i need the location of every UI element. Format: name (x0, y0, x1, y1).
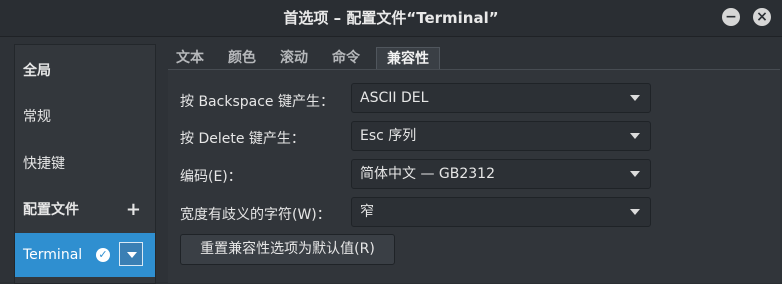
minimize-button[interactable]: − (722, 8, 740, 26)
tab-text[interactable]: 文本 (168, 47, 212, 69)
sidebar-item-label: Terminal (23, 247, 83, 263)
sidebar-item-profiles: 配置文件 + (15, 188, 155, 232)
sidebar-item-label: 快捷键 (23, 156, 65, 172)
ambiguous-width-label: 宽度有歧义的字符(W)： (180, 207, 331, 223)
sidebar-item-label: 全局 (23, 63, 51, 79)
sidebar-item-shortcuts[interactable]: 快捷键 (15, 142, 155, 186)
backspace-select[interactable]: ASCII DEL (351, 83, 651, 113)
default-check-icon: ✓ (96, 248, 110, 262)
chevron-down-icon (630, 171, 640, 177)
encoding-value: 简体中文 — GB2312 (360, 166, 495, 182)
chevron-down-icon (630, 209, 640, 215)
close-button[interactable]: × (753, 8, 771, 26)
sidebar-item-label: 常规 (23, 109, 51, 125)
delete-value: Esc 序列 (360, 128, 417, 144)
reset-compatibility-button[interactable]: 重置兼容性选项为默认值(R) (180, 234, 395, 265)
tab-colors[interactable]: 颜色 (220, 47, 264, 69)
ambiguous-width-select[interactable]: 窄 (351, 197, 651, 227)
sidebar: 全局 常规 快捷键 配置文件 + Terminal ✓ (14, 44, 156, 284)
tab-compatibility[interactable]: 兼容性 (376, 47, 440, 69)
delete-select[interactable]: Esc 序列 (351, 121, 651, 151)
ambiguous-width-value: 窄 (360, 204, 374, 220)
title-bar: 首选项 – 配置文件“Terminal” − × (0, 0, 782, 37)
window-title: 首选项 – 配置文件“Terminal” (283, 9, 499, 27)
tab-scrolling[interactable]: 滚动 (272, 47, 316, 69)
tab-command[interactable]: 命令 (324, 47, 368, 69)
sidebar-item-general[interactable]: 常规 (15, 95, 155, 139)
encoding-label: 编码(E)： (180, 169, 242, 185)
delete-label: 按 Delete 键产生： (180, 131, 305, 147)
add-profile-button[interactable]: + (126, 188, 141, 232)
backspace-value: ASCII DEL (360, 90, 429, 106)
backspace-label: 按 Backspace 键产生： (180, 94, 334, 110)
profile-menu-button[interactable] (119, 242, 143, 266)
sidebar-item-label: 配置文件 (23, 202, 79, 218)
chevron-down-icon (630, 133, 640, 139)
chevron-down-icon (630, 95, 640, 101)
sidebar-item-terminal-profile[interactable]: Terminal ✓ (15, 233, 155, 277)
sidebar-item-global[interactable]: 全局 (15, 49, 155, 93)
preferences-window: 首选项 – 配置文件“Terminal” − × 全局 常规 快捷键 配置文件 … (0, 0, 782, 284)
encoding-select[interactable]: 简体中文 — GB2312 (351, 159, 651, 189)
